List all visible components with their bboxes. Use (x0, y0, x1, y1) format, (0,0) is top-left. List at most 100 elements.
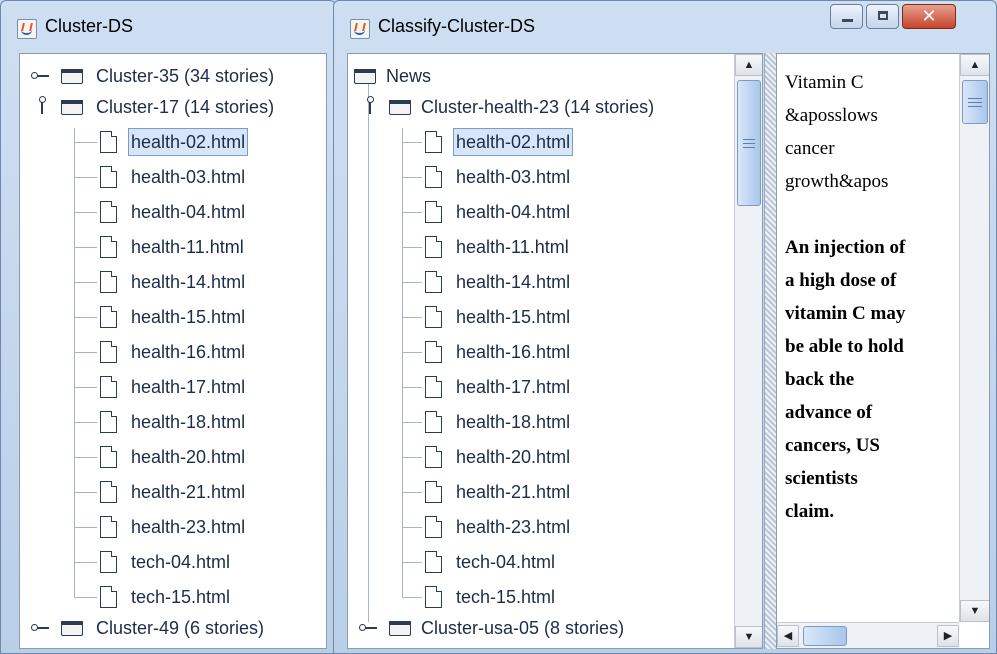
cluster-tree[interactable]: Cluster-35 (34 stories) Cluster-17 (14 s… (19, 53, 327, 649)
tree-connector (75, 142, 97, 143)
folder-icon (389, 621, 411, 636)
document-icon (425, 376, 442, 398)
article-viewer[interactable]: Vitamin C &aposslows cancer growth&apos … (776, 53, 990, 649)
tree-leaf-label: health-16.html (131, 342, 246, 362)
title-bar[interactable]: Cluster-DS (1, 1, 335, 49)
tree-leaf-file[interactable]: tech-15.html (20, 582, 326, 612)
tree-node-cluster-usa-05[interactable]: Cluster-usa-05 (8 stories) (348, 613, 762, 643)
tree-connector (403, 597, 422, 598)
tree-leaf-label: health-03.html (456, 167, 571, 187)
tree-vertical-scrollbar[interactable]: ▲ ▼ (734, 54, 762, 648)
scroll-thumb[interactable] (737, 80, 761, 206)
maximize-button[interactable] (866, 4, 899, 29)
tree-leaf-file[interactable]: health-20.html (348, 442, 762, 472)
tree-node-label: Cluster-usa-05 (8 stories) (421, 618, 625, 638)
scroll-up-button[interactable]: ▲ (735, 54, 762, 76)
tree-leaf-file[interactable]: health-23.html (20, 512, 326, 542)
tree-leaf-file[interactable]: health-02.html (348, 127, 762, 157)
tree-node-cluster-49[interactable]: Cluster-49 (6 stories) (20, 613, 326, 643)
tree-leaf-file[interactable]: health-15.html (20, 302, 326, 332)
tree-leaf-file[interactable]: health-21.html (348, 477, 762, 507)
tree-leaf-file[interactable]: health-02.html (20, 127, 326, 157)
horizontal-scroll-thumb[interactable] (803, 626, 847, 646)
close-button[interactable]: ✕ (902, 4, 956, 29)
tree-leaf-label: health-14.html (456, 272, 571, 292)
tree-leaf-file[interactable]: health-11.html (348, 232, 762, 262)
classified-tree[interactable]: News Cluster-health-23 (14 stories) heal… (347, 53, 763, 649)
tree-leaf-file[interactable]: health-21.html (20, 477, 326, 507)
article-body: An injection of a high dose of vitamin C… (785, 237, 906, 522)
tree-leaf-label: tech-15.html (131, 587, 231, 607)
tree-node-cluster-17[interactable]: Cluster-17 (14 stories) (20, 92, 326, 122)
tree-leaf-label: health-16.html (456, 342, 571, 362)
document-icon (425, 516, 442, 538)
tree-connector (403, 387, 422, 388)
tree-leaf-label: health-02.html (453, 128, 574, 156)
tree-leaf-file[interactable]: health-16.html (20, 337, 326, 367)
tree-connector (75, 422, 97, 423)
folder-icon (61, 621, 83, 636)
tree-leaf-file[interactable]: tech-04.html (20, 547, 326, 577)
document-icon (425, 481, 442, 503)
tree-leaf-file[interactable]: health-04.html (20, 197, 326, 227)
tree-leaf-file[interactable]: health-15.html (348, 302, 762, 332)
tree-leaf-file[interactable]: health-23.html (348, 512, 762, 542)
article-horizontal-scrollbar[interactable]: ◀ ▶ (777, 622, 959, 648)
tree-connector (75, 317, 97, 318)
minimize-button[interactable] (830, 4, 863, 29)
tree-connector (403, 492, 422, 493)
tree-node-cluster-35[interactable]: Cluster-35 (34 stories) (20, 61, 326, 91)
tree-node-cluster-health-23[interactable]: Cluster-health-23 (14 stories) (348, 92, 762, 122)
tree-leaf-label: health-17.html (131, 377, 246, 397)
document-icon (425, 201, 442, 223)
tree-leaf-label: tech-04.html (131, 552, 231, 572)
scroll-down-button[interactable]: ▼ (735, 626, 762, 648)
tree-leaf-file[interactable]: health-18.html (348, 407, 762, 437)
tree-connector (75, 597, 97, 598)
tree-leaf-label: health-20.html (131, 447, 246, 467)
scroll-left-button[interactable]: ◀ (777, 625, 799, 647)
tree-leaf-file[interactable]: health-03.html (20, 162, 326, 192)
scroll-thumb[interactable] (962, 80, 988, 124)
article-text: Vitamin C &aposslows cancer growth&apos … (785, 66, 955, 528)
folder-icon (61, 100, 83, 115)
tree-leaf-label: health-23.html (456, 517, 571, 537)
tree-leaf-file[interactable]: health-14.html (348, 267, 762, 297)
tree-leaf-file[interactable]: health-04.html (348, 197, 762, 227)
tree-leaf-label: health-15.html (456, 307, 571, 327)
tree-leaf-label: tech-04.html (456, 552, 556, 572)
java-app-icon (350, 19, 370, 39)
tree-leaf-file[interactable]: health-18.html (20, 407, 326, 437)
tree-connector (75, 282, 97, 283)
document-icon (100, 166, 117, 188)
tree-leaf-label: health-15.html (131, 307, 246, 327)
tree-leaf-file[interactable]: tech-04.html (348, 547, 762, 577)
tree-leaf-file[interactable]: health-16.html (348, 337, 762, 367)
tree-leaf-file[interactable]: health-20.html (20, 442, 326, 472)
scroll-down-button[interactable]: ▼ (960, 600, 989, 622)
tree-node-news[interactable]: News (348, 61, 762, 91)
article-vertical-scrollbar[interactable]: ▲ ▼ (959, 54, 989, 622)
folder-icon (61, 69, 83, 84)
folder-icon (354, 69, 376, 84)
tree-leaf-file[interactable]: health-11.html (20, 232, 326, 262)
minimize-icon (842, 19, 853, 22)
document-icon (425, 446, 442, 468)
tree-leaf-file[interactable]: tech-15.html (348, 582, 762, 612)
tree-leaf-file[interactable]: health-03.html (348, 162, 762, 192)
tree-leaf-label: health-23.html (131, 517, 246, 537)
article-headline: Vitamin C &aposslows cancer growth&apos (785, 72, 889, 192)
tree-leaf-file[interactable]: health-17.html (20, 372, 326, 402)
scroll-up-button[interactable]: ▲ (960, 54, 989, 76)
expanded-handle-icon (41, 100, 43, 114)
tree-connector (403, 562, 422, 563)
tree-node-label: Cluster-49 (6 stories) (96, 618, 265, 638)
tree-leaf-file[interactable]: health-14.html (20, 267, 326, 297)
document-icon (425, 586, 442, 608)
document-icon (425, 341, 442, 363)
scroll-right-button[interactable]: ▶ (937, 625, 959, 647)
tree-leaf-label: health-03.html (131, 167, 246, 187)
document-icon (100, 201, 117, 223)
document-icon (100, 306, 117, 328)
tree-leaf-file[interactable]: health-17.html (348, 372, 762, 402)
